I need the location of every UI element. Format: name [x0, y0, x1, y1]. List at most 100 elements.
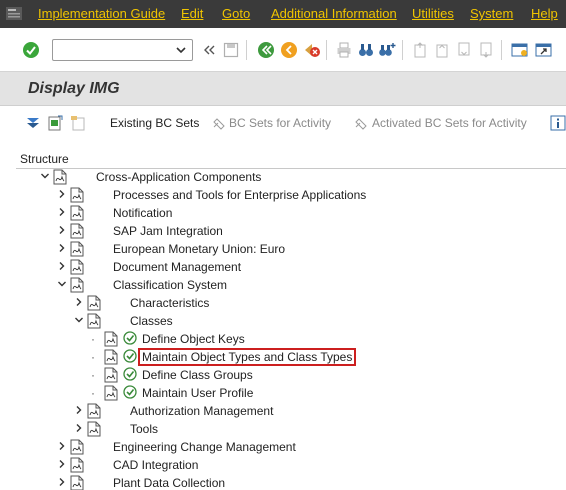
chevron-right-icon[interactable] — [57, 207, 67, 217]
tree-node-label[interactable]: SAP Jam Integration — [113, 224, 223, 238]
tree-node[interactable]: European Monetary Union: Euro — [57, 240, 566, 258]
find-button[interactable] — [356, 40, 376, 60]
chevron-right-icon[interactable] — [57, 459, 67, 469]
system-menu-icon[interactable] — [6, 7, 22, 20]
tree-node[interactable]: CAD Integration — [57, 456, 566, 474]
chevron-right-icon[interactable] — [57, 477, 67, 487]
chevron-down-icon[interactable] — [40, 171, 50, 181]
shortcut-icon — [535, 43, 552, 57]
execute-activity-icon[interactable] — [123, 385, 137, 399]
tree-node[interactable]: Authorization Management — [74, 402, 566, 420]
exit-icon — [281, 42, 297, 58]
tree-node[interactable]: Classes — [74, 312, 566, 330]
tree-node[interactable]: Engineering Change Management — [57, 438, 566, 456]
tree-node[interactable]: · Define Object Keys — [91, 330, 566, 348]
cancel-button[interactable] — [302, 40, 322, 60]
chevron-right-icon[interactable] — [57, 243, 67, 253]
last-page-icon — [480, 42, 492, 58]
print-button[interactable] — [334, 40, 354, 60]
document-icon — [87, 421, 101, 437]
execute-activity-icon[interactable] — [123, 349, 137, 363]
tree-node-label[interactable]: Tools — [130, 422, 158, 436]
tree-node-label[interactable]: Characteristics — [130, 296, 209, 310]
menu-implementation-guide[interactable]: Implementation Guide — [38, 6, 165, 21]
tree-node[interactable]: · Maintain User Profile — [91, 384, 566, 402]
back-button[interactable] — [256, 40, 276, 60]
tree-node-label[interactable]: Notification — [113, 206, 172, 220]
tree-node[interactable]: · Define Class Groups — [91, 366, 566, 384]
find-in-structure-icon[interactable] — [47, 115, 63, 131]
structure-header: Structure — [16, 149, 566, 169]
tree-node[interactable]: Document Management — [57, 258, 566, 276]
shortcut-button[interactable] — [534, 40, 554, 60]
chevron-down-icon[interactable] — [74, 315, 84, 325]
chevron-right-icon[interactable] — [57, 225, 67, 235]
execute-activity-icon[interactable] — [123, 331, 137, 345]
tree-node-label[interactable]: Authorization Management — [130, 404, 273, 418]
chevron-right-icon[interactable] — [57, 189, 67, 199]
tree-node[interactable]: · Maintain Object Types and Class Types — [91, 348, 566, 366]
tree-node-label[interactable]: Define Object Keys — [142, 332, 245, 346]
exit-button[interactable] — [279, 40, 299, 60]
tree-node-label-highlighted[interactable]: Maintain Object Types and Class Types — [138, 348, 357, 366]
command-field[interactable] — [52, 39, 193, 61]
tree-node[interactable]: Cross-Application Components — [40, 168, 566, 186]
info-icon[interactable] — [550, 115, 566, 131]
tree-node-label[interactable]: Processes and Tools for Enterprise Appli… — [113, 188, 366, 202]
document-icon — [70, 457, 84, 473]
tree-node-label[interactable]: Cross-Application Components — [96, 170, 261, 184]
collapse-command-button[interactable] — [199, 40, 219, 60]
tree-node-label[interactable]: Classification System — [113, 278, 227, 292]
chevron-right-icon[interactable] — [74, 297, 84, 307]
menu-goto[interactable]: Goto — [222, 6, 250, 21]
execute-activity-icon[interactable] — [123, 367, 137, 381]
chevron-down-icon[interactable] — [57, 279, 67, 289]
activated-bc-sets-for-activity-button[interactable]: Activated BC Sets for Activity — [372, 116, 527, 130]
tree-node[interactable]: Processes and Tools for Enterprise Appli… — [57, 186, 566, 204]
menu-utilities[interactable]: Utilities — [412, 6, 454, 21]
tree-node-label[interactable]: Document Management — [113, 260, 241, 274]
leaf-bullet: · — [91, 350, 95, 364]
document-icon — [70, 241, 84, 257]
tree-node-label[interactable]: Define Class Groups — [142, 368, 253, 382]
next-page-button[interactable] — [454, 40, 474, 60]
menu-system[interactable]: System — [470, 6, 513, 21]
document-icon — [104, 385, 118, 401]
tree-node[interactable]: Notification — [57, 204, 566, 222]
structure-header-label: Structure — [20, 152, 69, 166]
enter-button[interactable] — [21, 40, 41, 60]
tree-node[interactable]: Classification System — [57, 276, 566, 294]
tree-node[interactable]: Tools — [74, 420, 566, 438]
bc-sets-for-activity-button[interactable]: BC Sets for Activity — [229, 116, 331, 130]
tree-node[interactable]: Plant Data Collection — [57, 474, 566, 490]
first-page-icon — [414, 42, 426, 58]
chevron-right-icon[interactable] — [57, 441, 67, 451]
existing-bc-sets-button[interactable]: Existing BC Sets — [110, 116, 199, 130]
tree-node-label[interactable]: Maintain User Profile — [142, 386, 253, 400]
double-chevron-left-icon — [204, 45, 215, 55]
chevron-right-icon[interactable] — [74, 423, 84, 433]
first-page-button[interactable] — [410, 40, 430, 60]
expand-subtree-icon[interactable] — [25, 115, 41, 131]
find-next-button[interactable] — [377, 40, 397, 60]
last-page-button[interactable] — [476, 40, 496, 60]
tree-node-label[interactable]: Plant Data Collection — [113, 476, 225, 490]
menu-additional-information[interactable]: Additional Information — [271, 6, 397, 21]
tree-node-label[interactable]: CAD Integration — [113, 458, 198, 472]
tree-node[interactable]: Characteristics — [74, 294, 566, 312]
previous-page-button[interactable] — [432, 40, 452, 60]
save-button[interactable] — [221, 40, 241, 60]
tree-node-label[interactable]: Classes — [130, 314, 173, 328]
tree-node[interactable]: SAP Jam Integration — [57, 222, 566, 240]
create-session-button[interactable] — [510, 40, 530, 60]
chevron-right-icon[interactable] — [74, 405, 84, 415]
notes-icon[interactable] — [70, 115, 86, 131]
chevron-down-icon[interactable] — [175, 43, 187, 57]
chevron-right-icon[interactable] — [57, 261, 67, 271]
command-input[interactable] — [53, 40, 171, 60]
tree-node-label[interactable]: European Monetary Union: Euro — [113, 242, 285, 256]
menu-help[interactable]: Help — [531, 6, 558, 21]
menu-edit[interactable]: Edit — [181, 6, 203, 21]
binoculars-icon — [359, 44, 373, 56]
tree-node-label[interactable]: Engineering Change Management — [113, 440, 296, 454]
